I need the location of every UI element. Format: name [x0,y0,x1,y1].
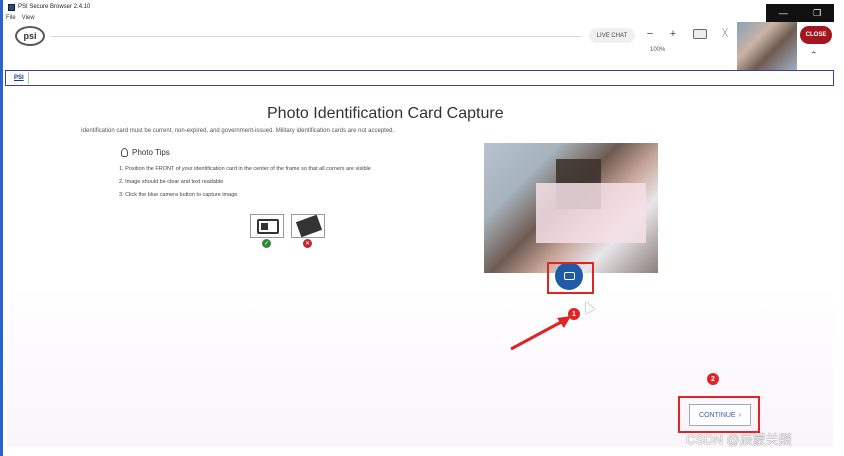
zoom-level: 100% [650,47,666,53]
title-bar: PSI Secure Browser 2.4.10 [0,0,844,14]
annotation-badge-1: 1 [568,308,580,320]
tip-2: 2. Image should be clear and text readab… [119,179,224,185]
photo-tips-heading: Photo Tips [121,148,170,157]
page-title: Photo Identification Card Capture [267,105,504,122]
keyboard-icon[interactable] [693,29,707,39]
menu-bar: File View [6,15,35,21]
restore-button[interactable]: ❐ [813,8,821,19]
close-button[interactable]: CLOSE [800,26,832,44]
id-requirement-text: Identification card must be current, non… [81,128,395,134]
tab-strip: PSI [5,70,834,86]
annotation-highlight-capture [547,262,594,294]
psi-logo: psi [15,26,45,46]
good-id-example [250,214,284,238]
header: psi LIVE CHAT − + 100% ᚷ CLOSE ⌃ [5,22,834,70]
bad-id-example [291,214,325,238]
window-title: PSI Secure Browser 2.4.10 [18,4,91,10]
collapse-icon[interactable]: ⌃ [810,50,818,61]
menu-view[interactable]: View [22,15,35,21]
csdn-watermark: CSDN @辰蒙关照 [686,432,792,447]
menu-file[interactable]: File [6,15,16,21]
zoom-in-button[interactable]: + [665,26,681,42]
minimize-button[interactable]: — [779,8,788,18]
arrow-shaft [510,319,564,351]
annotation-highlight-continue [678,396,760,433]
mouse-cursor-icon [581,299,595,314]
window-left-edge [0,0,3,456]
header-divider [51,36,581,37]
lightbulb-icon [121,148,128,157]
annotation-badge-2: 2 [707,373,719,385]
window-controls: — ❐ [766,4,834,22]
text-size-icon[interactable]: ᚷ [719,27,731,39]
id-card-icon [257,219,279,234]
main-content: Photo Identification Card Capture Identi… [7,87,833,447]
blurred-id-card [536,183,646,243]
tip-1: 1. Position the FRONT of your identifica… [119,166,371,172]
camera-preview [484,143,658,273]
tab-psi[interactable]: PSI [10,72,29,84]
zoom-out-button[interactable]: − [642,26,658,42]
annotation-arrow [510,316,571,351]
tilted-id-card-icon [295,215,323,237]
check-icon: ✓ [262,239,271,248]
photo-tips-label: Photo Tips [132,148,170,157]
x-icon: ✕ [303,239,312,248]
webcam-preview [737,22,797,70]
tip-3: 3. Click the blue camera button to captu… [119,192,238,198]
app-icon [8,3,15,11]
live-chat-button[interactable]: LIVE CHAT [589,28,635,43]
